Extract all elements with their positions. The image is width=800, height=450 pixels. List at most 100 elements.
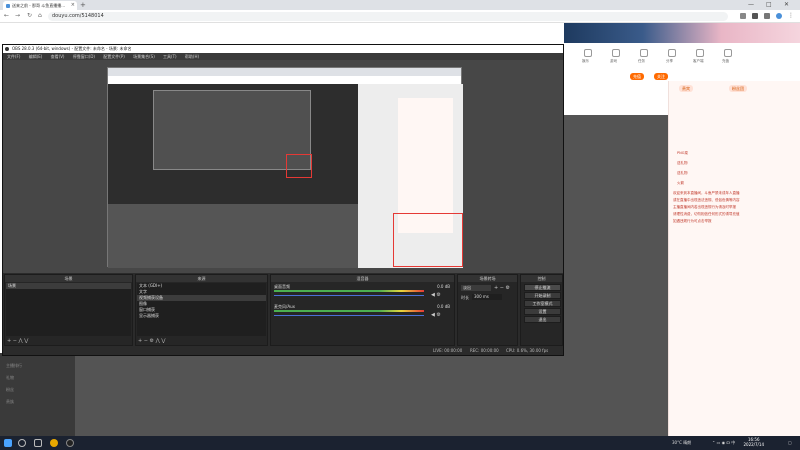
home-icon[interactable]: ⌂ (38, 12, 42, 19)
transitions-header: 场景转场 (458, 275, 517, 282)
transition-select[interactable]: 淡出 (461, 285, 491, 291)
left-menu-item-1[interactable]: 主播排行 (6, 363, 22, 369)
track-1-fader[interactable] (274, 295, 424, 296)
start-icon[interactable] (4, 439, 12, 447)
toolbar-icon-6[interactable] (724, 49, 732, 57)
toolbar-icon-2[interactable] (612, 49, 620, 57)
obs-preview[interactable] (3, 60, 563, 273)
obs-taskbar-icon[interactable] (66, 439, 74, 447)
minimize-button[interactable]: — (748, 0, 754, 10)
toolbar-icon-1[interactable] (584, 49, 592, 57)
chat-user-3: 送礼物 (677, 171, 688, 175)
menu-profile[interactable]: 配置文件(P) (103, 54, 125, 59)
capture-dark-area (108, 204, 358, 268)
duration-label: 时长 (461, 295, 469, 300)
menu-view[interactable]: 查看(V) (51, 54, 65, 59)
scenes-controls[interactable]: + − ⋀ ⋁ (7, 338, 28, 344)
transitions-dock: 场景转场 淡出 + − ⚙ 时长 300 ms (457, 274, 518, 346)
tray-icons[interactable]: ⌃ ▭ ◉ ☊ 中 (712, 440, 735, 446)
scene-item[interactable]: 场景 (6, 283, 131, 289)
sources-controls[interactable]: + − ⚙ ⋀ ⋁ (138, 338, 165, 344)
source-item[interactable]: 显示器捕获 (137, 313, 266, 319)
scenes-list: 场景 (6, 283, 131, 336)
sources-list: 文本 (GDI+) 文字 视频捕获设备 图像 窗口捕获 显示器捕获 (137, 283, 266, 336)
exit-button[interactable]: 退出 (524, 316, 561, 323)
tab-close-icon[interactable]: × (71, 1, 75, 10)
controls-dock: 控制 停止推流 开始录制 工作室模式 设置 退出 (520, 274, 563, 346)
toolbar-label-5: 客户端 (693, 59, 704, 63)
panel-tab-vip[interactable]: 贵宾 (679, 85, 693, 92)
track-2-fader[interactable] (274, 315, 424, 316)
nested-selection-box (286, 154, 312, 178)
maximize-button[interactable]: □ (766, 0, 772, 10)
start-recording-button[interactable]: 开始录制 (524, 292, 561, 299)
close-window-button[interactable]: ✕ (784, 0, 789, 10)
settings-button[interactable]: 设置 (524, 308, 561, 315)
left-menu-item-4[interactable]: 贵族 (6, 399, 14, 405)
browser-tab[interactable]: 送来之前 - 那哥 斗鱼直播播... × (3, 1, 77, 10)
back-icon[interactable]: ← (4, 12, 9, 19)
obs-logo-icon (5, 47, 9, 51)
clock-date: 2022/7/14 (743, 442, 764, 447)
extension-icon[interactable] (740, 13, 746, 19)
task-view-icon[interactable] (34, 439, 42, 447)
tab-title: 送来之前 - 那哥 斗鱼直播播... (12, 3, 66, 8)
chat-user-4: 火箭 (677, 181, 684, 185)
source-selection-box[interactable] (393, 213, 463, 267)
windows-taskbar: 30°C 晴朗 ⌃ ▭ ◉ ☊ 中 16:56 2022/7/14 ▢ (0, 436, 800, 450)
toolbar-icon-4[interactable] (668, 49, 676, 57)
toolbar-icon-5[interactable] (696, 49, 704, 57)
toolbar-label-6: 充值 (722, 59, 729, 63)
browser-tab-bar: 送来之前 - 那哥 斗鱼直播播... × + — □ ✕ (0, 0, 800, 10)
stream-toolbar: 娱乐 游戏 任务 分享 客户端 充值 充值 关注 (564, 43, 800, 83)
follow-button[interactable]: 关注 (654, 73, 668, 80)
track-2-meter (274, 310, 424, 312)
left-menu-item-2[interactable]: 礼物 (6, 375, 14, 381)
rec-timer: REC: 00:00:00 (470, 348, 499, 353)
search-icon[interactable] (18, 439, 26, 447)
menu-icon[interactable]: ⋮ (788, 13, 794, 19)
page-banner (564, 23, 800, 45)
scenes-header: 场景 (5, 275, 132, 282)
chat-line-3: 主播直播间内若出现违规行为请及时举报 (673, 205, 736, 209)
panel-tab-fans[interactable]: 粉丝团 (729, 85, 747, 92)
new-tab-button[interactable]: + (80, 0, 86, 10)
menu-help[interactable]: 帮助(H) (185, 54, 199, 59)
stop-streaming-button[interactable]: 停止推流 (524, 284, 561, 291)
profile-avatar[interactable] (776, 13, 782, 19)
capture-browser-chrome (108, 68, 461, 76)
notification-icon[interactable]: ▢ (788, 440, 792, 445)
transition-controls[interactable]: + − ⚙ (494, 285, 510, 291)
menu-edit[interactable]: 编辑(E) (29, 54, 43, 59)
address-bar-row: ← → ↻ ⌂ douyu.com/5148014 ⋮ (0, 10, 800, 23)
weather-widget[interactable]: 30°C 晴朗 (672, 440, 691, 446)
menu-scene-collection[interactable]: 场景集合(S) (133, 54, 155, 59)
mixer-dock: 混音器 桌面音频 0.0 dB ◀ ⚙ 麦克风/Aux 0.0 dB ◀ ⚙ (270, 274, 455, 346)
chrome-taskbar-icon[interactable] (50, 439, 58, 447)
track-2-mute-icon[interactable]: ◀ ⚙ (431, 312, 441, 318)
toolbar-label-4: 分享 (666, 59, 673, 63)
mixer-header: 混音器 (271, 275, 454, 282)
duration-input[interactable]: 300 ms (472, 294, 502, 300)
recharge-button[interactable]: 充值 (630, 73, 644, 80)
menu-tools[interactable]: 工具(T) (163, 54, 177, 59)
bookmark-icon[interactable] (752, 13, 758, 19)
obs-statusbar: LIVE: 00:00:00 REC: 00:00:00 CPU: 0.6%, … (3, 346, 563, 355)
menu-docks[interactable]: 停靠窗口(D) (73, 54, 95, 59)
scenes-dock: 场景 场景 + − ⋀ ⋁ (4, 274, 133, 346)
url-input[interactable]: douyu.com/5148014 (48, 12, 728, 21)
chat-user-2: 送礼物 (677, 161, 688, 165)
toolbar-icon-3[interactable] (640, 49, 648, 57)
left-menu-item-3[interactable]: 粉丝 (6, 387, 14, 393)
reload-icon[interactable]: ↻ (27, 12, 32, 19)
studio-mode-button[interactable]: 工作室模式 (524, 300, 561, 307)
track-1-mute-icon[interactable]: ◀ ⚙ (431, 292, 441, 298)
reading-list-icon[interactable] (764, 13, 770, 19)
obs-menubar: 文件(F) 编辑(E) 查看(V) 停靠窗口(D) 配置文件(P) 场景集合(S… (3, 53, 563, 60)
obs-titlebar: OBS 28.0.3 (64-bit, windows) - 配置文件: 未命名… (3, 45, 563, 53)
preview-canvas[interactable] (107, 67, 463, 268)
forward-icon[interactable]: → (15, 12, 20, 19)
taskbar-clock[interactable]: 16:56 2022/7/14 (743, 437, 764, 447)
menu-file[interactable]: 文件(F) (7, 54, 20, 59)
chat-line-1: 欢迎来到本直播间，斗鱼严禁未成年人直播 (673, 191, 740, 195)
